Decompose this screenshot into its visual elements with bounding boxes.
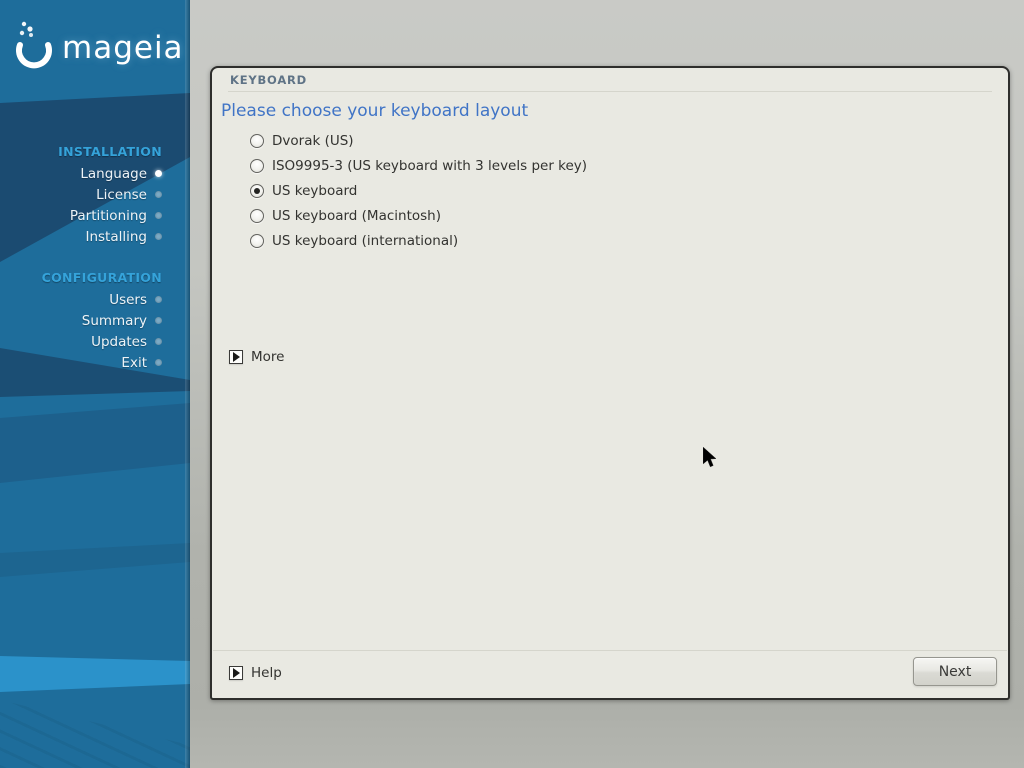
next-button[interactable]: Next xyxy=(913,657,997,686)
header-separator xyxy=(228,91,992,92)
radio-option-us-keyboard-macintosh[interactable]: US keyboard (Macintosh) xyxy=(250,203,587,228)
sidebar-step-partitioning[interactable]: Partitioning xyxy=(0,205,190,226)
radio-option-us-keyboard[interactable]: US keyboard xyxy=(250,178,587,203)
dialog-step-header: KEYBOARD xyxy=(230,73,307,87)
radio-indicator xyxy=(250,184,264,198)
more-button[interactable]: More xyxy=(229,349,284,365)
sidebar-step-users[interactable]: Users xyxy=(0,289,190,310)
sidebar-step-updates[interactable]: Updates xyxy=(0,331,190,352)
dialog-title: Please choose your keyboard layout xyxy=(221,101,528,121)
radio-indicator xyxy=(250,159,264,173)
radio-indicator xyxy=(250,209,264,223)
expander-arrow-icon xyxy=(229,666,243,680)
radio-option-us-keyboard-international[interactable]: US keyboard (international) xyxy=(250,228,587,253)
sidebar-step-installing[interactable]: Installing xyxy=(0,226,190,247)
sidebar-step-language[interactable]: Language xyxy=(0,163,190,184)
step-bullet xyxy=(155,212,162,219)
sidebar-step-summary[interactable]: Summary xyxy=(0,310,190,331)
expander-arrow-icon xyxy=(229,350,243,364)
radio-option-iso9995-3[interactable]: ISO9995-3 (US keyboard with 3 levels per… xyxy=(250,153,587,178)
keyboard-layout-list: Dvorak (US) ISO9995-3 (US keyboard with … xyxy=(250,128,587,253)
keyboard-dialog: KEYBOARD Please choose your keyboard lay… xyxy=(210,66,1010,700)
radio-indicator xyxy=(250,134,264,148)
step-bullet xyxy=(155,317,162,324)
section-title-configuration: CONFIGURATION xyxy=(2,270,162,285)
footer-separator xyxy=(213,650,1007,651)
step-bullet xyxy=(155,296,162,303)
step-bullet xyxy=(155,233,162,240)
step-bullet xyxy=(155,359,162,366)
sidebar-step-license[interactable]: License xyxy=(0,184,190,205)
installer-sidebar: mageia INSTALLATION Language License Par… xyxy=(0,0,190,768)
section-title-installation: INSTALLATION xyxy=(2,144,162,159)
mageia-cauldron-icon xyxy=(10,19,58,77)
sidebar-step-exit[interactable]: Exit xyxy=(0,352,190,373)
step-bullet xyxy=(155,170,162,177)
mageia-logo: mageia xyxy=(10,18,190,78)
step-bullet xyxy=(155,338,162,345)
radio-indicator xyxy=(250,234,264,248)
step-bullet xyxy=(155,191,162,198)
help-button[interactable]: Help xyxy=(229,665,282,681)
mageia-wordmark: mageia xyxy=(62,30,184,66)
radio-option-dvorak-us[interactable]: Dvorak (US) xyxy=(250,128,587,153)
